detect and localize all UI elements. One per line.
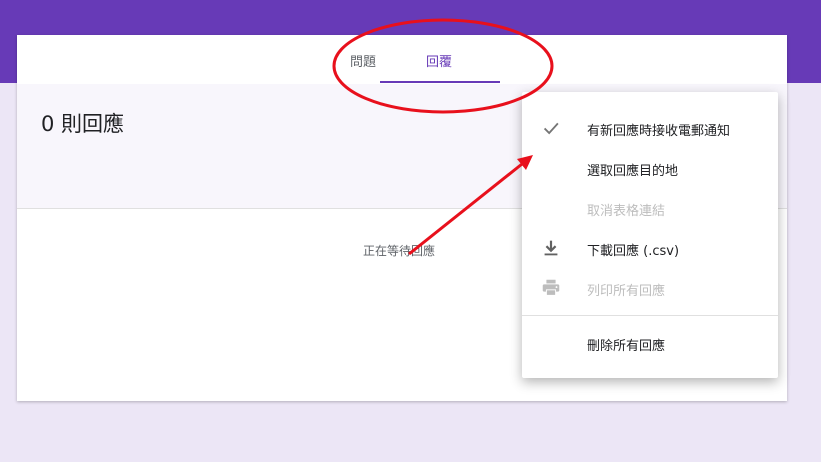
menu-item-unlink-form[interactable]: 取消表格連結: [522, 188, 778, 228]
menu-item-email-notifications[interactable]: 有新回應時接收電郵通知: [522, 108, 778, 148]
tab-responses[interactable]: 回覆: [426, 51, 452, 70]
print-icon: [542, 279, 560, 296]
download-icon: [544, 240, 558, 256]
menu-divider: [522, 315, 778, 316]
tab-questions[interactable]: 問題: [350, 51, 376, 70]
menu-item-label: 刪除所有回應: [587, 339, 666, 354]
menu-item-download-csv[interactable]: 下載回應 (.csv): [522, 228, 778, 268]
check-icon: [543, 122, 559, 135]
menu-item-label: 取消表格連結: [587, 204, 666, 219]
page: 問題 回覆 0 則回應 正在等待回應 有新回應時接收電郵通知 選取回應目的地 取…: [0, 0, 821, 462]
menu-item-select-destination[interactable]: 選取回應目的地: [522, 148, 778, 188]
response-count-title: 0 則回應: [41, 112, 125, 136]
menu-item-print-all[interactable]: 列印所有回應: [522, 268, 778, 308]
menu-item-label: 下載回應 (.csv): [587, 244, 680, 259]
menu-item-label: 列印所有回應: [587, 284, 666, 299]
active-tab-indicator: [380, 81, 500, 83]
menu-item-delete-all[interactable]: 刪除所有回應: [522, 323, 778, 363]
menu-item-label: 有新回應時接收電郵通知: [587, 124, 731, 139]
tab-bar: 問題 回覆: [17, 35, 787, 85]
responses-options-menu: 有新回應時接收電郵通知 選取回應目的地 取消表格連結 下載回應 (.csv) 列…: [522, 92, 778, 378]
empty-state-message: 正在等待回應: [363, 244, 436, 258]
menu-item-label: 選取回應目的地: [587, 164, 679, 179]
